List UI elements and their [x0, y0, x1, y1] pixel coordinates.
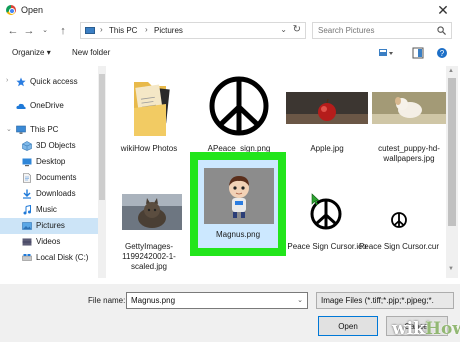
file-type-value: Image Files (*.tiff;*.pjp;*.pjpeg;*. [321, 296, 434, 305]
chrome-icon [6, 5, 16, 15]
file-name: cutest_puppy-hd-wallpapers.jpg [378, 144, 440, 163]
sidebar-item-label: Local Disk (C:) [36, 253, 89, 262]
wikihow-watermark: wiki How [388, 318, 460, 342]
chevron-down-icon[interactable]: ⌄ [6, 125, 12, 133]
search-box[interactable] [312, 22, 452, 39]
chevron-right-icon[interactable]: › [6, 77, 8, 84]
file-type-select[interactable]: Image Files (*.tiff;*.pjp;*.pjpeg;*. [316, 292, 454, 309]
sidebar-item-this-pc[interactable]: ⌄ This PC [0, 122, 98, 138]
search-input[interactable] [318, 23, 428, 38]
change-view-icon[interactable] [378, 47, 394, 59]
file-name: Peace Sign Cursor.ico [287, 242, 367, 251]
sidebar-item-downloads[interactable]: Downloads [0, 186, 98, 202]
cloud-icon [16, 103, 26, 109]
organize-label: Organize [12, 48, 45, 57]
file-name-label: File name: [88, 296, 126, 305]
peace-cursor-ico-image [310, 193, 342, 230]
computer-icon [16, 125, 26, 134]
sidebar-item-label: Music [36, 205, 57, 214]
folder-icon [134, 82, 170, 136]
sidebar-item-documents[interactable]: Documents [0, 170, 98, 186]
file-name: Peace Sign Cursor.cur [358, 242, 440, 251]
breadcrumb-separator-icon[interactable]: › [100, 25, 103, 34]
cube-icon [22, 141, 32, 151]
sidebar-item-label: 3D Objects [36, 141, 76, 150]
open-button[interactable]: Open [318, 316, 378, 336]
breadcrumb-separator-icon[interactable]: › [145, 25, 148, 34]
sidebar-item-label: Documents [36, 173, 77, 182]
sidebar-item-local-disk[interactable]: Local Disk (C:) [0, 250, 98, 266]
drive-icon [22, 254, 32, 261]
sidebar-item-quick-access[interactable]: › Quick access [0, 74, 98, 90]
back-arrow-icon[interactable]: ← [6, 24, 20, 38]
close-button[interactable]: ✕ [434, 1, 452, 19]
file-name: Magnus.png [215, 230, 261, 239]
up-arrow-icon[interactable]: ↑ [56, 24, 70, 38]
sidebar-scrollbar[interactable] [98, 66, 106, 278]
sidebar-item-music[interactable]: Music [0, 202, 98, 218]
navigation-bar: ← → ⌄ ↑ › This PC › Pictures ⌄ ↻ [0, 20, 460, 42]
sidebar-item-onedrive[interactable]: OneDrive [0, 98, 98, 114]
address-dropdown-icon[interactable]: ⌄ [280, 25, 287, 34]
documents-icon [23, 173, 31, 183]
videos-icon [22, 238, 32, 246]
sidebar-item-label: This PC [30, 125, 59, 134]
new-folder-button[interactable]: New folder [72, 48, 110, 57]
file-list-scrollbar-thumb[interactable] [448, 78, 456, 226]
sidebar-item-desktop[interactable]: Desktop [0, 154, 98, 170]
file-name: GettyImages-1199242002-1-scaled.jpg [122, 242, 176, 271]
sidebar-item-pictures[interactable]: Pictures [0, 218, 98, 234]
forward-arrow-icon[interactable]: → [22, 24, 36, 38]
refresh-icon[interactable]: ↻ [293, 24, 301, 35]
address-bar[interactable]: › This PC › Pictures ⌄ ↻ [80, 22, 306, 39]
peace-cursor-cur-image [391, 212, 407, 228]
command-bar: Organize ▾ New folder ? [0, 42, 460, 64]
magnus-image [204, 168, 274, 224]
window-title: Open [21, 5, 44, 15]
sidebar-item-videos[interactable]: Videos [0, 234, 98, 250]
scroll-down-icon[interactable]: ▼ [448, 266, 454, 272]
file-name: Apple.jpg [310, 144, 344, 153]
help-icon[interactable]: ? [436, 47, 448, 59]
breadcrumb-pictures[interactable]: Pictures [154, 26, 183, 35]
file-list-scrollbar[interactable]: ▲ ▼ [446, 66, 458, 278]
chevron-down-icon[interactable]: ⌄ [297, 296, 303, 304]
sidebar-item-label: OneDrive [30, 101, 64, 110]
search-icon [437, 26, 446, 35]
pictures-icon [22, 222, 32, 230]
recent-locations-chevron-icon[interactable]: ⌄ [38, 24, 52, 38]
music-icon [23, 205, 31, 215]
sidebar-item-label: Pictures [36, 221, 65, 230]
file-item-selected[interactable]: Magnus.png [190, 152, 286, 256]
file-list: wikiHow Photos APeace_sign.png Apple.jpg [108, 64, 446, 278]
organize-button[interactable]: Organize ▾ [12, 48, 51, 57]
download-icon [23, 189, 31, 199]
sidebar-item-label: Videos [36, 237, 61, 246]
apple-photo [286, 92, 368, 124]
star-icon [16, 77, 26, 87]
peace-sign-image [209, 76, 269, 136]
pc-icon [85, 27, 95, 34]
svg-text:?: ? [440, 49, 445, 58]
sidebar-item-3d-objects[interactable]: 3D Objects [0, 138, 98, 154]
watermark-how: How [425, 319, 460, 339]
file-name-input[interactable] [131, 293, 291, 308]
breadcrumb-this-pc[interactable]: This PC [109, 26, 137, 35]
desktop-icon [22, 158, 32, 167]
title-bar: Open ✕ [0, 0, 460, 20]
sidebar-item-label: Downloads [36, 189, 76, 198]
chevron-down-icon: ▾ [46, 48, 51, 57]
puppy-photo [372, 92, 446, 124]
cat-photo [122, 194, 182, 230]
sidebar-scrollbar-thumb[interactable] [99, 74, 105, 200]
file-name: wikiHow Photos [120, 144, 178, 153]
sidebar-item-label: Quick access [30, 77, 78, 86]
file-name-combobox[interactable]: ⌄ [126, 292, 308, 309]
preview-pane-icon[interactable] [412, 47, 424, 59]
sidebar-item-label: Desktop [36, 157, 66, 166]
scroll-up-icon[interactable]: ▲ [448, 68, 454, 74]
navigation-pane: › Quick access OneDrive ⌄ This PC 3D Obj… [0, 66, 98, 278]
